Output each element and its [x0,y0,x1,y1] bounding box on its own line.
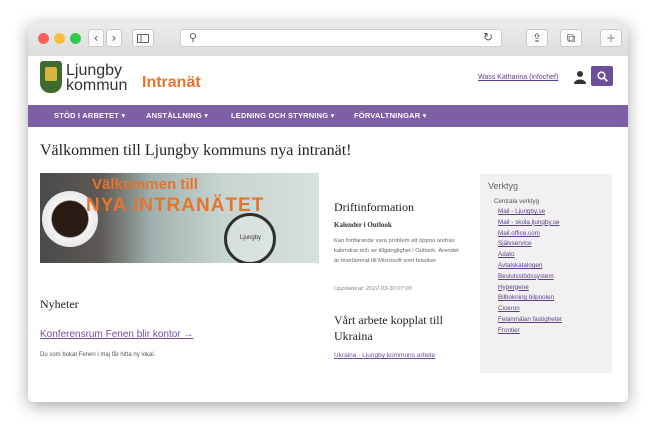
tool-link[interactable]: Frontier [498,326,562,337]
tool-link[interactable]: Ciceron [498,304,562,315]
tools-list: Mail - Ljungby.se Mail - skola.ljungby.s… [498,207,562,337]
nav-item-stod-i-arbetet[interactable]: STÖD I ARBETET ▾ [54,111,125,120]
page-bottom-area [28,377,628,402]
hero-map-label: Ljungby [240,235,262,241]
forward-button[interactable]: › [106,29,122,47]
close-window-button[interactable] [38,33,49,44]
news-heading: Nyheter [40,297,79,311]
hero-title-line2: NYA INTRANÄTET [86,195,265,216]
ukraine-heading: Vårt arbete kopplat till Ukraina [334,313,443,343]
nav-item-forvaltningar[interactable]: FÖRVALTNINGAR ▾ [354,111,427,120]
tool-link[interactable]: Bilbokning bilpoolen [498,293,562,304]
zoom-window-button[interactable] [70,33,81,44]
user-icon[interactable] [574,70,586,84]
tool-link[interactable]: Felanmälan fastigheter [498,315,562,326]
ukraine-link[interactable]: Ukraina - Ljungby kommuns arbete [334,352,435,359]
browser-toolbar: ‹ › ⚲ ↻ ⇪ ⧉ + [28,22,628,57]
tool-link[interactable]: Självservice [498,239,562,250]
news-item-link[interactable]: Konferensrum Fenen blir kontor → [40,329,193,340]
tools-heading: Verktyg [488,181,519,191]
browser-window: ‹ › ⚲ ↻ ⇪ ⧉ + Ljungby kommun Intranät Wa… [28,22,628,402]
drift-info-subheading: Kalender i Outlook [334,221,392,229]
user-profile-link[interactable]: Wass Katharina (infochef) [478,74,558,81]
tool-link[interactable]: Hypergene [498,283,562,294]
new-tab-icon[interactable]: + [600,29,622,47]
logo-line2: kommun [66,77,128,94]
hero-banner[interactable]: Välkommen till NYA INTRANÄTET Ljungby [40,173,319,263]
back-button[interactable]: ‹ [88,29,104,47]
minimize-window-button[interactable] [54,33,65,44]
reload-icon[interactable]: ↻ [483,30,493,44]
municipality-crest-icon[interactable] [40,61,62,93]
nav-item-anstallning[interactable]: ANSTÄLLNING ▾ [146,111,208,120]
site-search-button[interactable] [591,66,613,86]
tool-link[interactable]: Adato [498,250,562,261]
main-navigation: STÖD I ARBETET ▾ ANSTÄLLNING ▾ LEDNING O… [28,105,628,127]
hero-title-line1: Välkommen till [92,176,198,193]
nav-item-ledning-och-styrning[interactable]: LEDNING OCH STYRNING ▾ [231,111,335,120]
tool-link[interactable]: Avtalskatalogen [498,261,562,272]
drift-info-heading: Driftinformation [334,200,414,214]
drift-info-updated: Uppdaterat: 2022-03-30 07:00 [334,286,412,292]
tool-link[interactable]: Mail.office.com [498,229,562,240]
drift-info-body: Kan fortfarande vara problem att öppna a… [334,238,459,264]
tabs-overview-icon[interactable]: ⧉ [560,29,582,47]
tool-link[interactable]: Beslutsstödssystem [498,272,562,283]
search-icon [596,70,608,82]
tools-subheading: Centrala verktyg [494,198,540,205]
tools-panel: Verktyg Centrala verktyg Mail - Ljungby.… [480,174,612,373]
news-item-description: Du som bokat Fenen i maj får hitta ny lo… [40,352,156,358]
site-logo[interactable]: Ljungby kommun [66,62,128,94]
search-icon: ⚲ [189,32,198,44]
logo-line1: Ljungby [66,62,123,79]
page-title: Välkommen till Ljungby kommuns nya intra… [40,142,352,159]
tool-link[interactable]: Mail - Ljungby.se [498,207,562,218]
tool-link[interactable]: Mail - skola.ljungby.se [498,218,562,229]
site-header: Ljungby kommun Intranät Wass Katharina (… [28,56,628,105]
address-bar[interactable]: ⚲ ↻ [180,29,502,47]
share-icon[interactable]: ⇪ [526,29,548,47]
intranet-label: Intranät [142,74,201,91]
sidebar-toggle-icon[interactable] [132,29,154,47]
